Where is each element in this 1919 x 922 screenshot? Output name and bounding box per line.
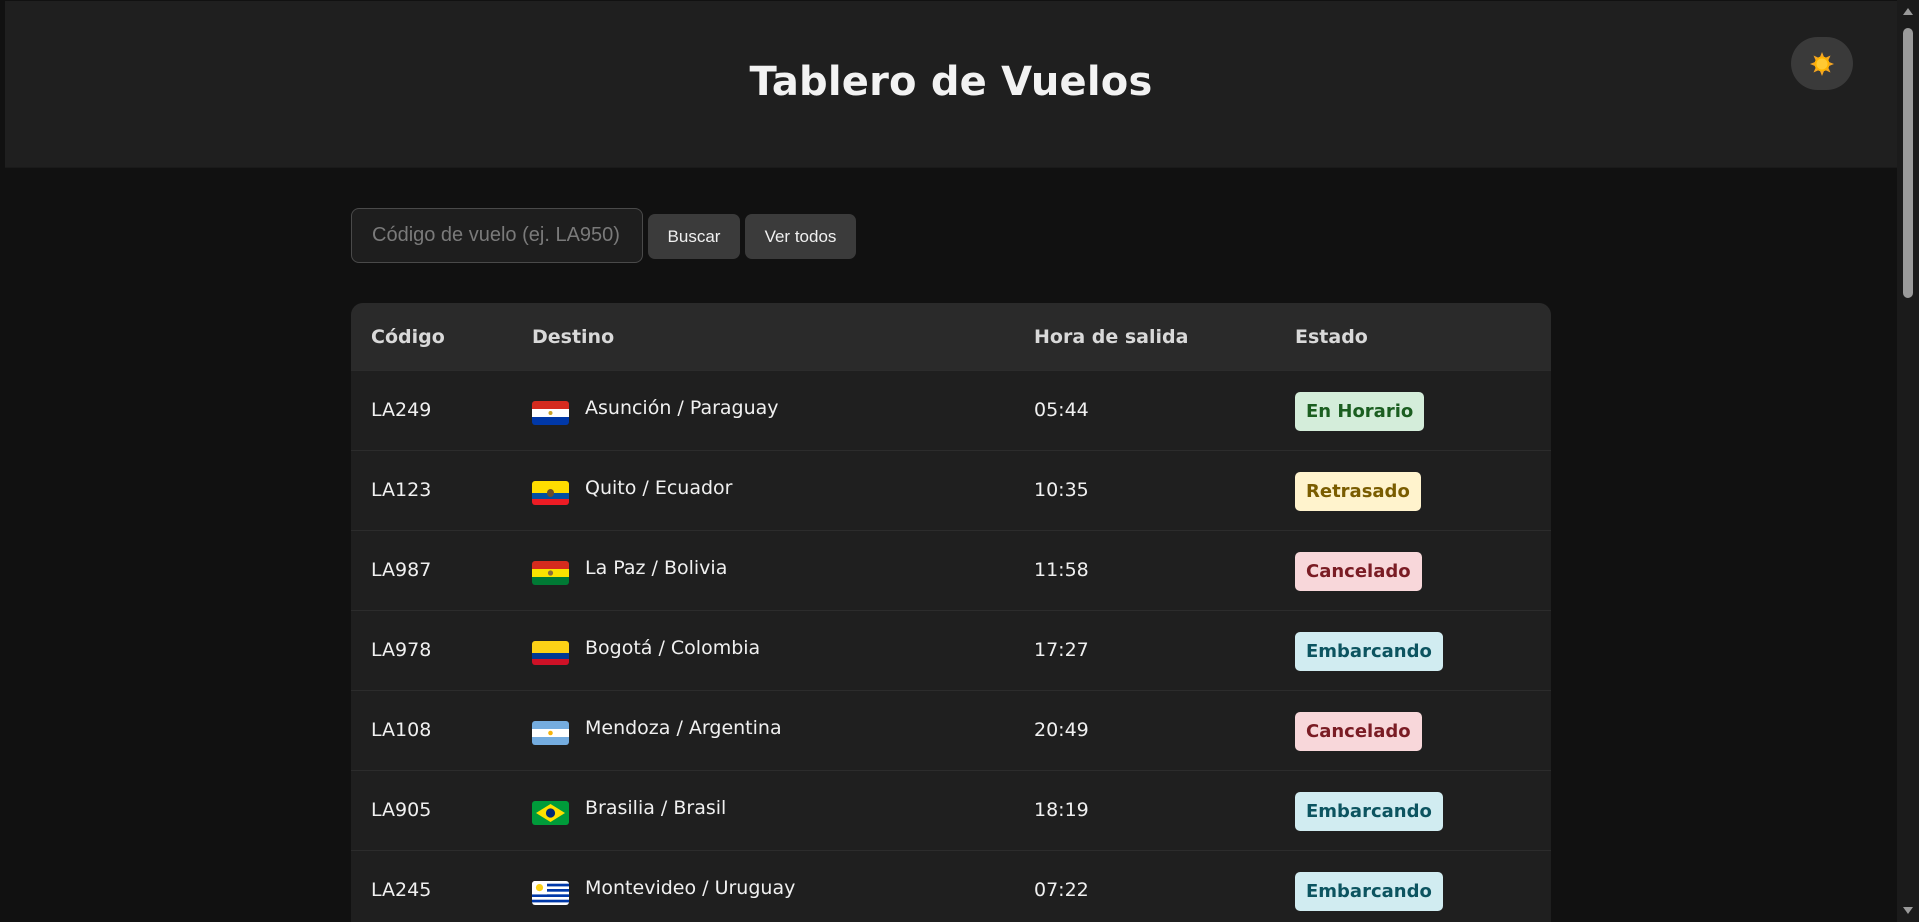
status-badge: Embarcando: [1295, 792, 1443, 831]
flight-code: LA245: [371, 879, 432, 901]
destination: Quito / Ecuador: [585, 477, 733, 499]
table-row: LA123 Quito / Ecuador 10:35 Retrasado: [351, 450, 1551, 530]
ecuador-flag-icon: [532, 481, 569, 505]
destination: La Paz / Bolivia: [585, 557, 728, 579]
flight-code: LA108: [371, 719, 432, 741]
departure-time: 18:19: [1034, 799, 1089, 821]
table-row: LA108 Mendoza / Argentina 20:49 Cancelado: [351, 690, 1551, 770]
bolivia-flag-icon: [532, 561, 569, 585]
table-header: Código Destino Hora de salida Estado: [351, 303, 1551, 370]
departure-time: 17:27: [1034, 639, 1089, 661]
flight-code: LA987: [371, 559, 432, 581]
table-row: LA978 Bogotá / Colombia 17:27 Embarcando: [351, 610, 1551, 690]
search-button[interactable]: Buscar: [648, 214, 740, 259]
departure-time: 07:22: [1034, 879, 1089, 901]
destination: Montevideo / Uruguay: [585, 877, 796, 899]
destination: Brasilia / Brasil: [585, 797, 727, 819]
status-badge: Embarcando: [1295, 632, 1443, 671]
table-row: LA249 Asunción / Paraguay 05:44 En Horario: [351, 370, 1551, 450]
departure-time: 10:35: [1034, 479, 1089, 501]
flight-code: LA249: [371, 399, 432, 421]
sun-icon: [1810, 51, 1834, 76]
table-row: LA905 Brasilia / Brasil 18:19 Embarcando: [351, 770, 1551, 850]
scroll-down-arrow-icon[interactable]: [1903, 907, 1913, 914]
page-title: Tablero de Vuelos: [749, 59, 1153, 105]
departure-time: 11:58: [1034, 559, 1089, 581]
argentina-flag-icon: [532, 721, 569, 745]
show-all-button[interactable]: Ver todos: [745, 214, 856, 259]
brasil-flag-icon: [532, 801, 569, 825]
theme-toggle-button[interactable]: [1791, 37, 1853, 90]
column-header-destination: Destino: [532, 326, 615, 348]
status-badge: En Horario: [1295, 392, 1425, 431]
departure-time: 05:44: [1034, 399, 1089, 421]
vertical-scrollbar[interactable]: [1897, 0, 1919, 922]
destination: Mendoza / Argentina: [585, 717, 782, 739]
header: Tablero de Vuelos: [5, 1, 1897, 168]
paraguay-flag-icon: [532, 401, 569, 425]
flights-table: Código Destino Hora de salida Estado LA2…: [351, 303, 1551, 922]
flight-code: LA123: [371, 479, 432, 501]
table-row: LA245 Montevideo / Uruguay 07:22 Embarcando: [351, 850, 1551, 922]
flight-code: LA905: [371, 799, 432, 821]
table-row: LA987 La Paz / Bolivia 11:58 Cancelado: [351, 530, 1551, 610]
scroll-thumb[interactable]: [1903, 28, 1913, 298]
column-header-status: Estado: [1295, 326, 1368, 348]
departure-time: 20:49: [1034, 719, 1089, 741]
page: Tablero de Vuelos Buscar Ver todos: [0, 0, 1919, 922]
scroll-up-arrow-icon[interactable]: [1903, 8, 1913, 15]
status-badge: Retrasado: [1295, 472, 1421, 511]
status-badge: Cancelado: [1295, 712, 1422, 751]
column-header-departure: Hora de salida: [1034, 326, 1189, 348]
status-badge: Embarcando: [1295, 872, 1443, 911]
colombia-flag-icon: [532, 641, 569, 665]
flight-code: LA978: [371, 639, 432, 661]
destination: Asunción / Paraguay: [585, 397, 779, 419]
status-badge: Cancelado: [1295, 552, 1422, 591]
uruguay-flag-icon: [532, 881, 569, 905]
flight-code-search-input[interactable]: [351, 208, 643, 263]
column-header-code: Código: [371, 326, 445, 348]
destination: Bogotá / Colombia: [585, 637, 761, 659]
